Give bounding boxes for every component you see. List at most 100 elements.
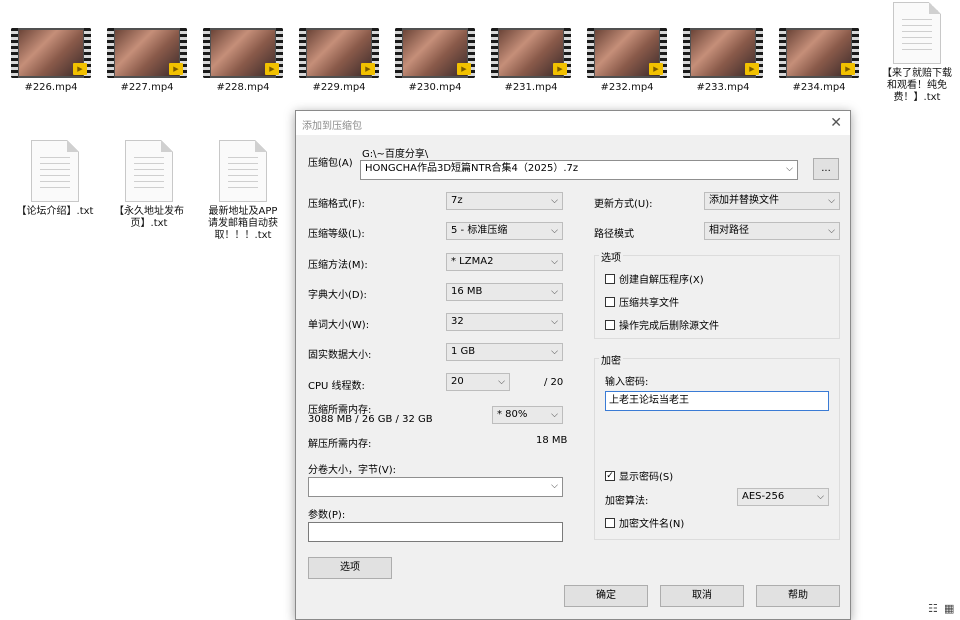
chevron-down-icon: ⌵	[551, 196, 558, 206]
params-input[interactable]	[308, 522, 563, 542]
dmem-label: 解压所需内存:	[308, 439, 372, 450]
file-name: #234.mp4	[792, 82, 846, 93]
update-label: 更新方式(U):	[594, 199, 653, 210]
checkbox-box	[605, 517, 615, 528]
level-select[interactable]: 5 - 标准压缩 ⌵	[446, 222, 563, 240]
encryption-group-label: 加密	[599, 352, 623, 367]
desktop-file-mp4[interactable]: ▶ #234.mp4	[774, 28, 864, 94]
archive-label: 压缩包(A)	[308, 158, 353, 169]
options-button[interactable]: 选项	[308, 557, 392, 579]
mem-value: * 80%	[497, 409, 528, 420]
archive-name-combo[interactable]: HONGCHA作品3D短篇NTR合集4（2025）.7z ⌵	[360, 160, 798, 180]
cpu-total: / 20	[544, 377, 564, 388]
solid-select[interactable]: 1 GB ⌵	[446, 343, 563, 361]
desktop-file-mp4[interactable]: ▶ #226.mp4	[6, 28, 96, 94]
film-strip	[299, 28, 306, 78]
dmem-value: 18 MB	[536, 435, 568, 446]
desktop-file-mp4[interactable]: ▶ #232.mp4	[582, 28, 672, 94]
mem-detail: 3088 MB / 26 GB / 32 GB	[308, 414, 433, 425]
ok-button[interactable]: 确定	[564, 585, 648, 607]
dialog-titlebar[interactable]: 添加到压缩包 ✕	[296, 111, 850, 135]
desktop-file-txt[interactable]: 【永久地址发布 页】.txt	[104, 140, 194, 230]
word-select[interactable]: 32 ⌵	[446, 313, 563, 331]
desktop-file-mp4[interactable]: ▶ #231.mp4	[486, 28, 576, 94]
encryption-method-select[interactable]: AES-256 ⌵	[737, 488, 829, 506]
file-name: #228.mp4	[216, 82, 270, 93]
encryption-method-label: 加密算法:	[605, 496, 649, 507]
help-button[interactable]: 帮助	[756, 585, 840, 607]
show-password-checkbox[interactable]: ✓ 显示密码(S)	[605, 468, 673, 483]
video-thumbnail-icon: ▶	[299, 28, 379, 78]
desktop-file-mp4[interactable]: ▶ #228.mp4	[198, 28, 288, 94]
encrypt-names-checkbox[interactable]: 加密文件名(N)	[605, 515, 684, 530]
format-select[interactable]: 7z ⌵	[446, 192, 563, 210]
checkbox-box	[605, 319, 615, 330]
cancel-button[interactable]: 取消	[660, 585, 744, 607]
chevron-down-icon: ⌵	[551, 317, 558, 327]
video-thumbnail-icon: ▶	[395, 28, 475, 78]
compress-shared-checkbox[interactable]: 压缩共享文件	[605, 294, 679, 309]
chevron-down-icon: ⌵	[828, 226, 835, 236]
film-strip	[11, 28, 18, 78]
dict-select[interactable]: 16 MB ⌵	[446, 283, 563, 301]
view-large-icons-icon[interactable]: ▦	[944, 602, 954, 615]
solid-value: 1 GB	[451, 346, 476, 357]
params-label: 参数(P):	[308, 510, 346, 521]
chevron-down-icon: ⌵	[786, 164, 793, 174]
desktop-file-txt[interactable]: 【论坛介绍】.txt	[10, 140, 100, 218]
delete-after-label: 操作完成后删除源文件	[619, 321, 719, 332]
file-name: 【永久地址发布 页】.txt	[114, 206, 184, 229]
create-sfx-checkbox[interactable]: 创建自解压程序(X)	[605, 271, 704, 286]
delete-after-checkbox[interactable]: 操作完成后删除源文件	[605, 317, 719, 332]
browse-button[interactable]: ...	[813, 158, 839, 180]
chevron-down-icon: ⌵	[551, 226, 558, 236]
desktop-file-txt[interactable]: 最新地址及APP 请发邮箱自动获 取！！！.txt	[198, 140, 288, 242]
update-value: 添加并替换文件	[709, 195, 779, 206]
chevron-down-icon: ⌵	[828, 196, 835, 206]
desktop-file-txt[interactable]: 【来了就赔下载 和观看！纯免 费！】.txt	[872, 2, 960, 104]
dict-label: 字典大小(D):	[308, 290, 367, 301]
view-details-icon[interactable]: ☷	[928, 602, 938, 615]
player-badge-icon: ▶	[841, 63, 855, 75]
player-badge-icon: ▶	[553, 63, 567, 75]
check-icon: ✓	[605, 470, 615, 481]
desktop-file-mp4[interactable]: ▶ #233.mp4	[678, 28, 768, 94]
encrypt-names-label: 加密文件名(N)	[619, 519, 685, 530]
video-thumbnail-icon: ▶	[779, 28, 859, 78]
split-label: 分卷大小，字节(V):	[308, 465, 397, 476]
password-input[interactable]: 上老王论坛当老王	[605, 391, 829, 411]
encryption-method-value: AES-256	[742, 491, 785, 502]
text-file-icon	[219, 140, 267, 202]
film-strip	[395, 28, 402, 78]
file-name: #233.mp4	[696, 82, 750, 93]
film-strip	[491, 28, 498, 78]
chevron-down-icon: ⌵	[817, 492, 824, 502]
file-name: #232.mp4	[600, 82, 654, 93]
text-file-icon	[31, 140, 79, 202]
method-select[interactable]: * LZMA2 ⌵	[446, 253, 563, 271]
archive-name-value: HONGCHA作品3D短篇NTR合集4（2025）.7z	[365, 163, 579, 174]
chevron-down-icon: ⌵	[551, 347, 558, 357]
format-value: 7z	[451, 195, 463, 206]
desktop-file-mp4[interactable]: ▶ #230.mp4	[390, 28, 480, 94]
file-name: #231.mp4	[504, 82, 558, 93]
chevron-down-icon: ⌵	[551, 481, 558, 491]
file-name: #230.mp4	[408, 82, 462, 93]
film-strip	[587, 28, 594, 78]
path-mode-select[interactable]: 相对路径 ⌵	[704, 222, 840, 240]
file-name: 【论坛介绍】.txt	[16, 206, 94, 217]
update-select[interactable]: 添加并替换文件 ⌵	[704, 192, 840, 210]
close-icon[interactable]: ✕	[830, 115, 842, 131]
desktop-file-mp4[interactable]: ▶ #229.mp4	[294, 28, 384, 94]
desktop-file-mp4[interactable]: ▶ #227.mp4	[102, 28, 192, 94]
file-name: #227.mp4	[120, 82, 174, 93]
options-group-label: 选项	[599, 249, 623, 264]
player-badge-icon: ▶	[169, 63, 183, 75]
film-strip	[203, 28, 210, 78]
cpu-select[interactable]: 20 ⌵	[446, 373, 510, 391]
film-strip	[779, 28, 786, 78]
split-combo[interactable]: ⌵	[308, 477, 563, 497]
player-badge-icon: ▶	[73, 63, 87, 75]
mem-select[interactable]: * 80% ⌵	[492, 406, 563, 424]
format-label: 压缩格式(F):	[308, 199, 365, 210]
